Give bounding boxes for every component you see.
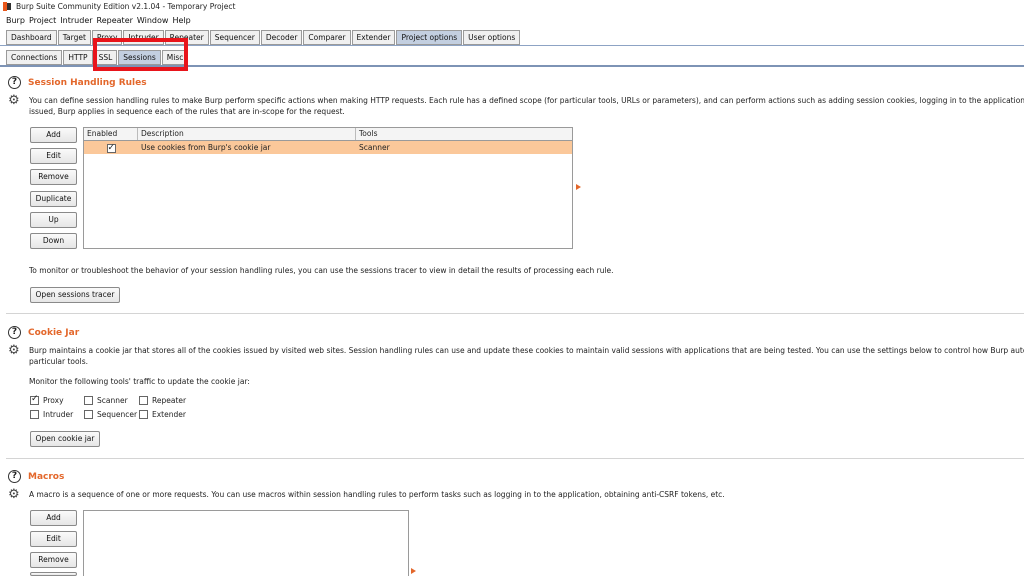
macros-description: A macro is a sequence of one or more req… [29,490,725,499]
expand-arrow-icon[interactable] [576,184,581,190]
menu-project[interactable]: Project [29,16,56,25]
tab-comparer[interactable]: Comparer [303,30,351,45]
subtab-http[interactable]: HTTP [63,50,93,65]
scanner-checkbox[interactable]: Scanner [84,396,128,405]
tab-project-options[interactable]: Project options [396,30,463,45]
intruder-checkbox[interactable]: Intruder [30,410,73,419]
main-tab-bar: Dashboard Target Proxy Intruder Repeater… [6,30,521,45]
menu-help[interactable]: Help [172,16,190,25]
session-rules-description-cont: issued, Burp applies in sequence each of… [29,107,345,116]
checkbox-box[interactable] [84,410,93,419]
menu-intruder[interactable]: Intruder [60,16,92,25]
cookie-jar-description-cont: particular tools. [29,357,88,366]
checkbox-label: Proxy [43,396,64,405]
macros-table [83,510,409,576]
session-rules-table: Enabled Description Tools Use cookies fr… [83,127,573,249]
cookie-jar-header: ? Cookie Jar [8,326,79,339]
burp-logo-icon [3,2,11,11]
title-bar: Burp Suite Community Edition v2.1.04 - T… [0,0,1024,13]
sequencer-checkbox[interactable]: Sequencer [84,410,137,419]
section-divider [6,313,1024,314]
subtab-connections[interactable]: Connections [6,50,63,65]
column-tools[interactable]: Tools [356,128,572,140]
column-enabled[interactable]: Enabled [84,128,138,140]
macros-title: Macros [28,471,65,482]
cookie-jar-title: Cookie Jar [28,327,80,338]
rule-tools-cell: Scanner [359,143,390,152]
tab-target[interactable]: Target [57,30,91,45]
table-header: Enabled Description Tools [84,128,572,141]
checkbox-box[interactable] [139,410,148,419]
session-rules-title: Session Handling Rules [28,77,147,88]
checkbox-label: Extender [152,410,186,419]
gear-icon[interactable]: ⚙ [8,344,21,357]
add-macro-button[interactable]: Add [30,510,77,526]
section-divider [6,458,1024,459]
session-rules-description: You can define session handling rules to… [29,96,1024,105]
checkbox-box[interactable] [139,396,148,405]
help-icon[interactable]: ? [8,470,21,483]
checkbox-box[interactable] [30,410,39,419]
extender-checkbox[interactable]: Extender [139,410,186,419]
help-icon[interactable]: ? [8,76,21,89]
checkbox-label: Scanner [97,396,128,405]
remove-rule-button[interactable]: Remove [30,169,77,185]
move-down-button[interactable]: Down [30,233,77,249]
expand-arrow-icon[interactable] [411,568,416,574]
add-rule-button[interactable]: Add [30,127,77,143]
column-description[interactable]: Description [138,128,356,140]
checkbox-box[interactable] [84,396,93,405]
rule-enabled-checkbox[interactable] [106,142,116,155]
checkbox-label: Repeater [152,396,187,405]
remove-macro-button[interactable]: Remove [30,552,77,568]
macros-header: ? Macros [8,470,64,483]
checkbox-label: Sequencer [97,410,138,419]
next-macro-button-partial[interactable] [30,572,77,576]
tab-dashboard[interactable]: Dashboard [6,30,57,45]
menu-window[interactable]: Window [137,16,169,25]
tracer-description: To monitor or troubleshoot the behavior … [29,266,614,275]
sessions-tab-highlight [93,38,188,71]
menu-repeater[interactable]: Repeater [97,16,133,25]
gear-icon[interactable]: ⚙ [8,94,21,107]
move-up-button[interactable]: Up [30,212,77,228]
tab-extender[interactable]: Extender [351,30,396,45]
gear-icon[interactable]: ⚙ [8,488,21,501]
help-icon[interactable]: ? [8,326,21,339]
rule-description-cell: Use cookies from Burp's cookie jar [141,143,271,152]
menu-burp[interactable]: Burp [6,16,25,25]
repeater-checkbox[interactable]: Repeater [139,396,186,405]
open-sessions-tracer-button[interactable]: Open sessions tracer [30,287,120,303]
edit-macro-button[interactable]: Edit [30,531,77,547]
tab-decoder[interactable]: Decoder [260,30,303,45]
session-rules-header: ? Session Handling Rules [8,76,147,89]
menu-bar: Burp Project Intruder Repeater Window He… [0,14,195,27]
duplicate-rule-button[interactable]: Duplicate [30,191,77,207]
tab-user-options[interactable]: User options [463,30,521,45]
table-row[interactable]: Use cookies from Burp's cookie jar Scann… [84,141,572,155]
cookie-jar-description: Burp maintains a cookie jar that stores … [29,346,1024,355]
tab-sequencer[interactable]: Sequencer [209,30,260,45]
edit-rule-button[interactable]: Edit [30,148,77,164]
checkbox-label: Intruder [43,410,74,419]
proxy-checkbox[interactable]: Proxy [30,394,64,405]
checkbox-box[interactable] [30,394,39,405]
monitor-tools-label: Monitor the following tools' traffic to … [29,377,250,386]
window-title: Burp Suite Community Edition v2.1.04 - T… [16,2,236,11]
open-cookie-jar-button[interactable]: Open cookie jar [30,431,100,447]
